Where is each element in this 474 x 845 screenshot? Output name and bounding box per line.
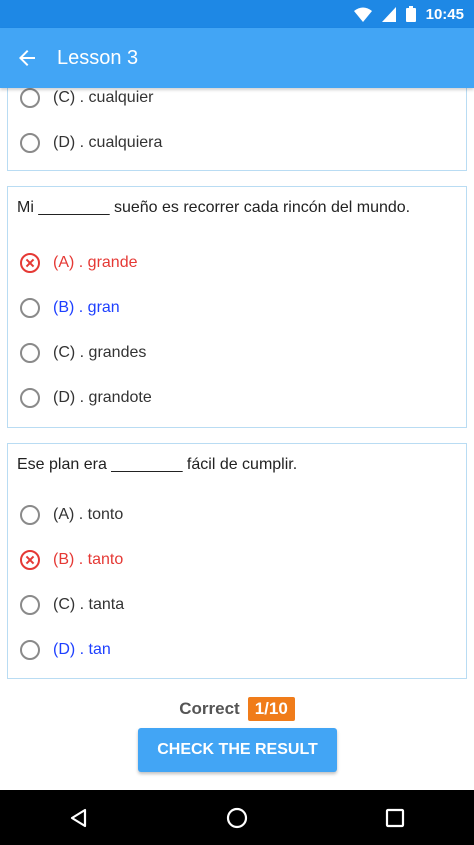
radio-button[interactable] <box>20 595 40 615</box>
question-card: Mi ________ sueño es recorrer cada rincó… <box>7 186 467 428</box>
signal-icon <box>381 6 396 22</box>
option-c[interactable]: (C) . cualquier <box>20 88 153 111</box>
option-d[interactable]: (D) . cualquiera <box>20 130 162 156</box>
option-b[interactable]: (B) . gran <box>20 295 120 321</box>
option-label: (B) . gran <box>53 299 120 316</box>
option-b[interactable]: (B) . tanto <box>20 547 123 573</box>
option-label: (D) . grandote <box>53 389 152 406</box>
recents-square-icon[interactable] <box>375 798 415 838</box>
radio-button[interactable] <box>20 640 40 660</box>
question-card: Ese plan era ________ fácil de cumplir. … <box>7 443 467 679</box>
option-c[interactable]: (C) . grandes <box>20 340 146 366</box>
check-result-button[interactable]: CHECK THE RESULT <box>138 728 337 772</box>
home-circle-icon[interactable] <box>217 798 257 838</box>
question-text: Mi ________ sueño es recorrer cada rincó… <box>17 199 411 216</box>
status-bar: 10:45 <box>0 0 474 28</box>
option-c[interactable]: (C) . tanta <box>20 592 124 618</box>
wrong-answer-icon[interactable] <box>20 253 40 273</box>
score-badge: 1/10 <box>247 697 295 721</box>
system-nav-bar <box>0 790 474 845</box>
app-bar: Lesson 3 <box>0 28 474 88</box>
score-label: Correct <box>179 699 240 718</box>
radio-button[interactable] <box>20 133 40 153</box>
radio-button[interactable] <box>20 298 40 318</box>
option-label: (A) . tonto <box>53 506 124 523</box>
option-a[interactable]: (A) . tonto <box>20 502 123 528</box>
option-d[interactable]: (D) . tan <box>20 637 111 663</box>
option-label: (C) . tanta <box>53 596 125 613</box>
score-summary: Correct 1/10 <box>0 697 474 721</box>
option-label: (A) . grande <box>53 254 138 271</box>
wrong-answer-icon[interactable] <box>20 550 40 570</box>
option-label: (D) . cualquiera <box>53 134 163 151</box>
radio-button[interactable] <box>20 88 40 108</box>
radio-button[interactable] <box>20 505 40 525</box>
option-label: (D) . tan <box>53 641 111 658</box>
battery-icon <box>405 6 416 22</box>
status-time: 10:45 <box>425 5 464 23</box>
option-label: (B) . tanto <box>53 551 124 568</box>
page-title: Lesson 3 <box>57 46 139 69</box>
option-label: (C) . cualquier <box>53 89 154 106</box>
question-text: Ese plan era ________ fácil de cumplir. <box>17 456 298 473</box>
question-card: (C) . cualquier (D) . cualquiera <box>7 88 467 171</box>
option-a[interactable]: (A) . grande <box>20 250 137 276</box>
radio-button[interactable] <box>20 388 40 408</box>
back-triangle-icon[interactable] <box>59 798 99 838</box>
option-label: (C) . grandes <box>53 344 147 361</box>
radio-button[interactable] <box>20 343 40 363</box>
wifi-icon <box>353 7 372 22</box>
back-arrow-icon[interactable] <box>15 46 39 70</box>
option-d[interactable]: (D) . grandote <box>20 385 152 411</box>
quiz-content[interactable]: (C) . cualquier (D) . cualquiera Mi ____… <box>0 88 474 790</box>
